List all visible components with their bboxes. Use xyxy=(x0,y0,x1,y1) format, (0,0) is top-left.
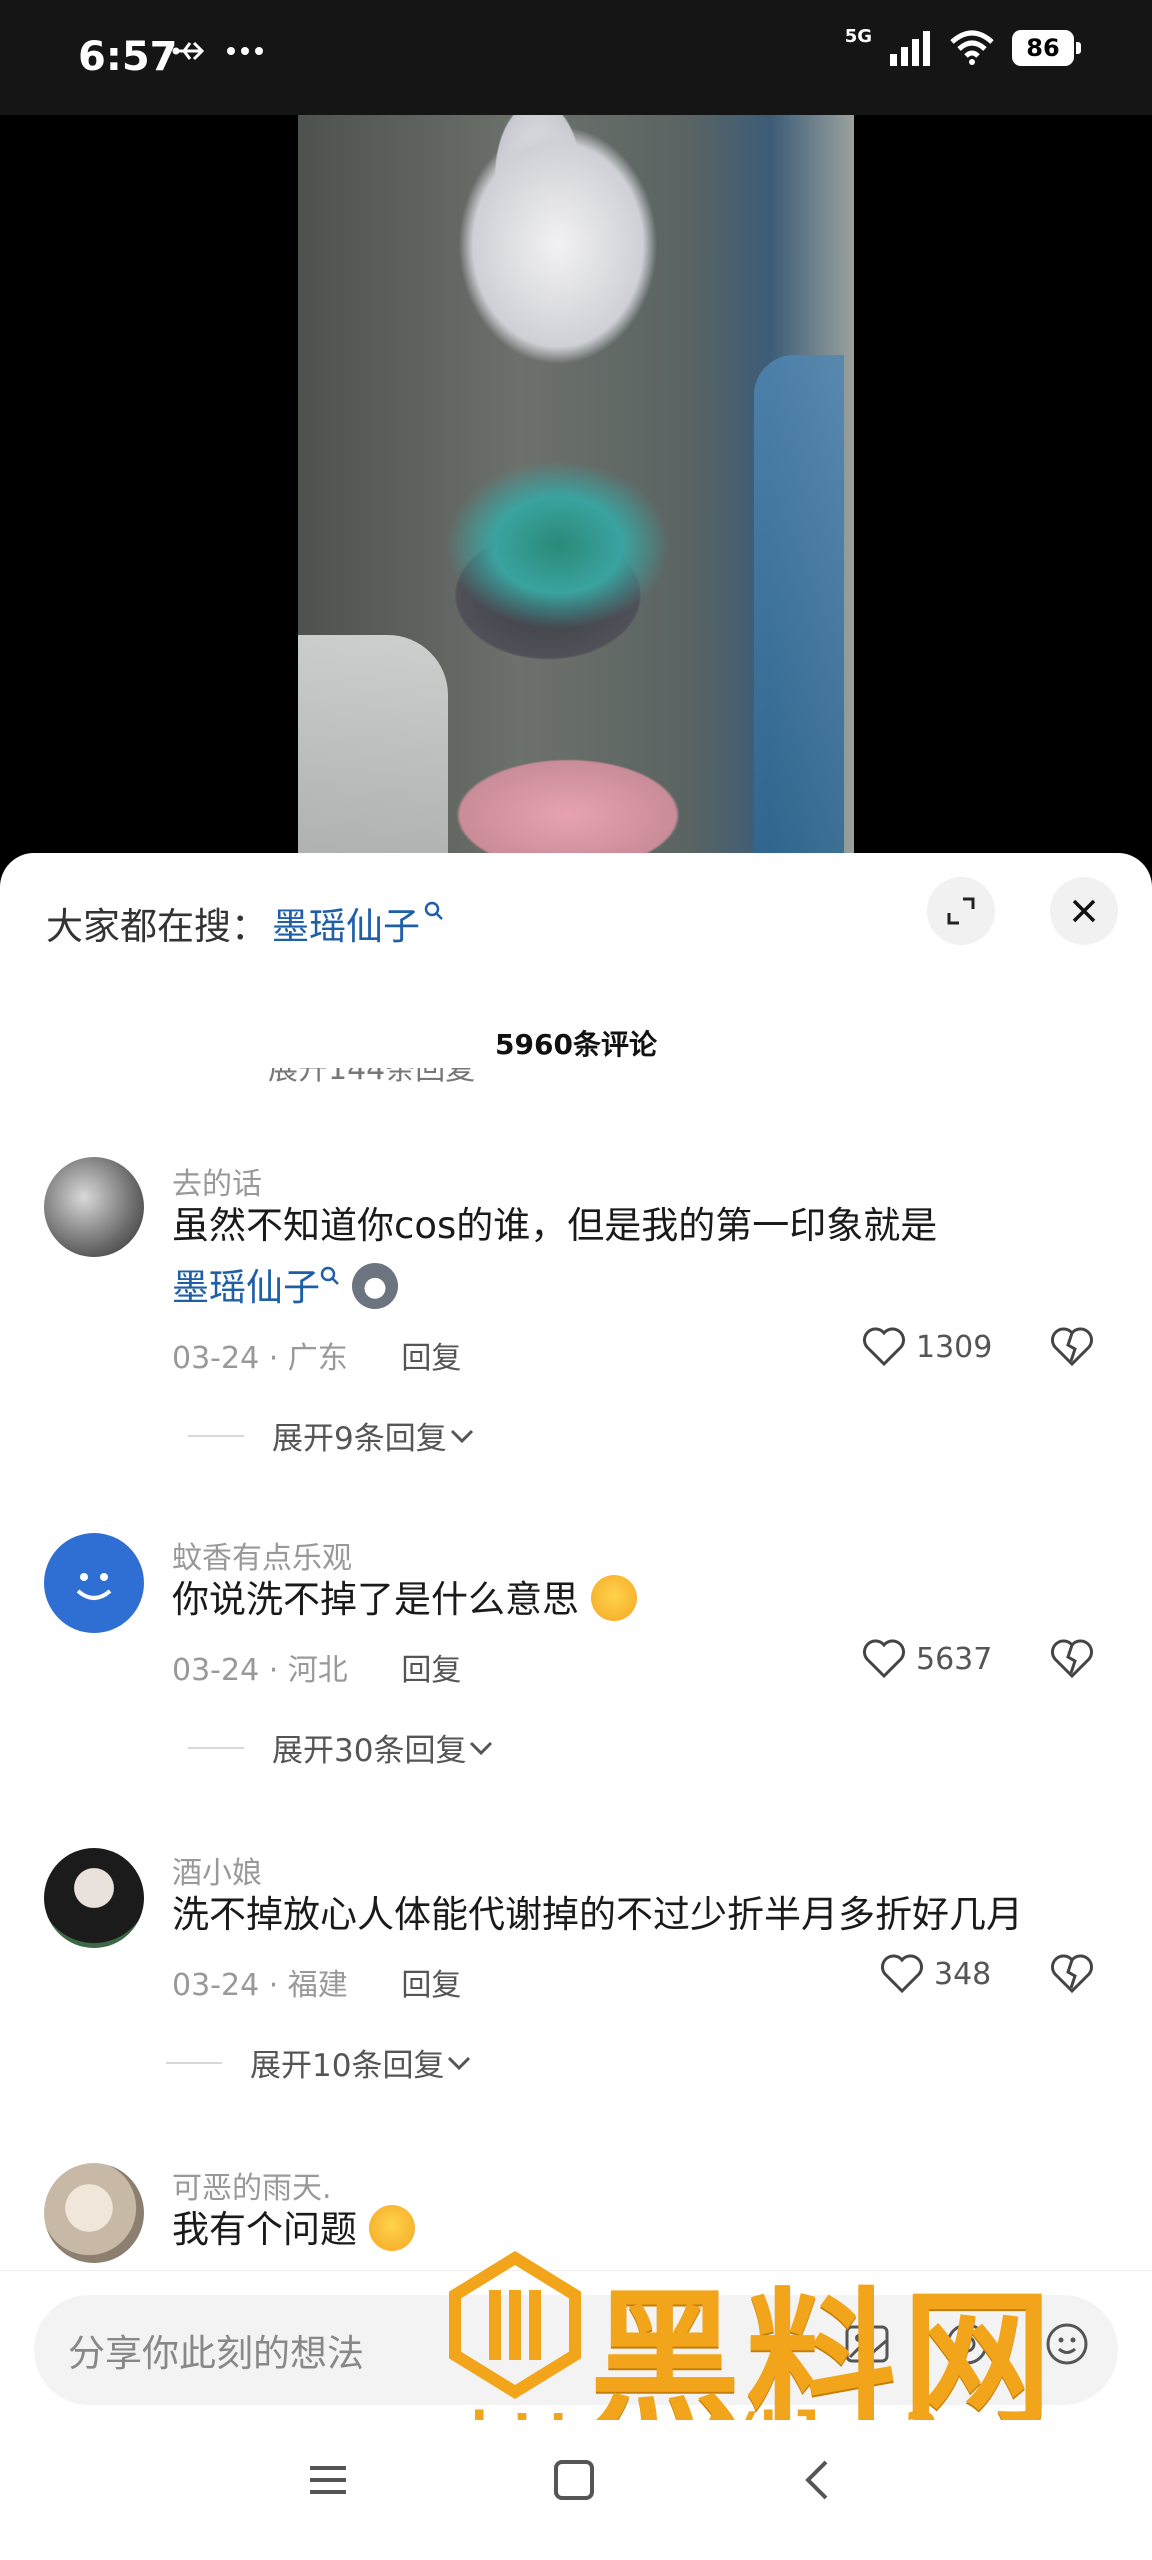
image-icon[interactable] xyxy=(842,2319,892,2369)
network-label: 5G xyxy=(844,25,872,47)
usb-icon xyxy=(172,41,205,61)
wifi-icon xyxy=(950,30,994,65)
flushed-emoji-icon xyxy=(590,1574,637,1621)
status-left-icons xyxy=(172,36,264,66)
expand-replies-button[interactable]: 展开10条回复 xyxy=(166,2040,474,2085)
avatar[interactable] xyxy=(44,2163,144,2263)
heart-icon xyxy=(863,1639,905,1679)
like-button[interactable]: 1309 xyxy=(862,1327,992,1367)
like-count: 5637 xyxy=(916,1641,993,1677)
menu-icon[interactable] xyxy=(306,2460,350,2500)
reply-button[interactable]: 回复 xyxy=(401,1968,461,2003)
like-count: 1309 xyxy=(916,1329,993,1365)
avatar[interactable] xyxy=(44,1533,144,1633)
comment-date-location: 03-24 · 河北 xyxy=(172,1653,348,1688)
reply-button[interactable]: 回复 xyxy=(401,1653,461,1688)
search-icon xyxy=(424,898,444,928)
chevron-down-icon xyxy=(450,1429,473,1443)
cutoff-expand-replies[interactable]: 展开144条回复 xyxy=(268,1068,475,1090)
heart-icon xyxy=(881,1954,923,1994)
search-term-link[interactable]: 墨瑶仙子 xyxy=(272,896,420,950)
broken-heart-icon xyxy=(1051,1639,1093,1679)
comment-meta: 03-24 · 福建 回复 xyxy=(172,1960,461,2004)
expand-replies-label: 展开30条回复 xyxy=(272,1733,467,1769)
like-count: 348 xyxy=(934,1956,992,1992)
expand-sheet-button[interactable] xyxy=(927,877,995,945)
system-nav-bar xyxy=(0,2420,1152,2560)
dislike-button[interactable] xyxy=(1050,1327,1094,1371)
comment-text: 你说洗不掉了是什么意思 xyxy=(172,1569,1072,1631)
comment-input-bar: 分享你此刻的想法 xyxy=(0,2270,1152,2420)
emoji-icon[interactable] xyxy=(1042,2319,1092,2369)
comment-body: 你说洗不掉了是什么意思 xyxy=(172,1578,579,1621)
expand-replies-label: 展开10条回复 xyxy=(250,2048,445,2084)
comment-date-location: 03-24 · 福建 xyxy=(172,1968,348,2003)
comment-body: 我有个问题 xyxy=(172,2208,357,2251)
chevron-down-icon xyxy=(470,1741,493,1755)
more-dots-icon xyxy=(227,47,263,55)
broken-heart-icon xyxy=(1051,1327,1093,1367)
chevron-down-icon xyxy=(448,2056,471,2070)
search-prefix: 大家都在搜： xyxy=(46,905,268,948)
expand-replies-label: 展开9条回复 xyxy=(272,1421,447,1457)
comment-text: 虽然不知道你cos的谁，但是我的第一印象就是 墨瑶仙子 xyxy=(172,1195,1072,1319)
at-icon[interactable] xyxy=(942,2319,992,2369)
like-button[interactable]: 348 xyxy=(880,1954,991,1994)
comments-count: 5960条评论 xyxy=(495,1028,657,1061)
comment-date-location: 03-24 · 广东 xyxy=(172,1341,348,1376)
trending-search[interactable]: 大家都在搜： 墨瑶仙子 xyxy=(46,893,444,953)
comment-text: 我有个问题 xyxy=(172,2199,1072,2261)
dislike-button[interactable] xyxy=(1050,1639,1094,1683)
reply-button[interactable]: 回复 xyxy=(401,1341,461,1376)
search-icon xyxy=(320,1266,339,1285)
comment-meta: 03-24 · 广东 回复 xyxy=(172,1333,461,1377)
close-sheet-button[interactable] xyxy=(1050,877,1118,945)
broken-heart-icon xyxy=(1051,1954,1093,1994)
like-button[interactable]: 5637 xyxy=(862,1639,992,1679)
video-player[interactable] xyxy=(0,115,1152,875)
status-right-icons: 5G 86 xyxy=(845,26,1081,66)
comment-meta: 03-24 · 河北 回复 xyxy=(172,1645,461,1689)
expand-replies-button[interactable]: 展开30条回复 xyxy=(188,1725,496,1770)
smiley-icon xyxy=(76,1573,112,1600)
status-bar: 6:57 5G 86 xyxy=(0,0,1152,115)
comment-body: 虽然不知道你cos的谁，但是我的第一印象就是 xyxy=(172,1204,938,1247)
avatar[interactable] xyxy=(44,1157,144,1257)
video-frame[interactable] xyxy=(298,115,854,875)
status-time: 6:57 xyxy=(78,34,178,80)
crying-emoji-icon xyxy=(368,2204,415,2251)
expand-icon xyxy=(947,897,975,925)
avatar[interactable] xyxy=(44,1848,144,1948)
expand-replies-button[interactable]: 展开9条回复 xyxy=(188,1413,477,1458)
home-icon[interactable] xyxy=(552,2460,596,2500)
heart-icon xyxy=(863,1327,905,1367)
close-icon xyxy=(1072,899,1096,923)
comment-search-link[interactable]: 墨瑶仙子 xyxy=(172,1266,320,1309)
wolf-emoji-icon xyxy=(351,1262,398,1309)
comment-text: 洗不掉放心人体能代谢掉的不过少折半月多折好几月 xyxy=(172,1893,1023,1936)
signal-icon xyxy=(890,31,930,66)
input-actions xyxy=(842,2319,1092,2369)
battery-indicator: 86 xyxy=(1012,30,1081,66)
dislike-button[interactable] xyxy=(1050,1954,1094,1998)
back-icon[interactable] xyxy=(796,2460,840,2500)
